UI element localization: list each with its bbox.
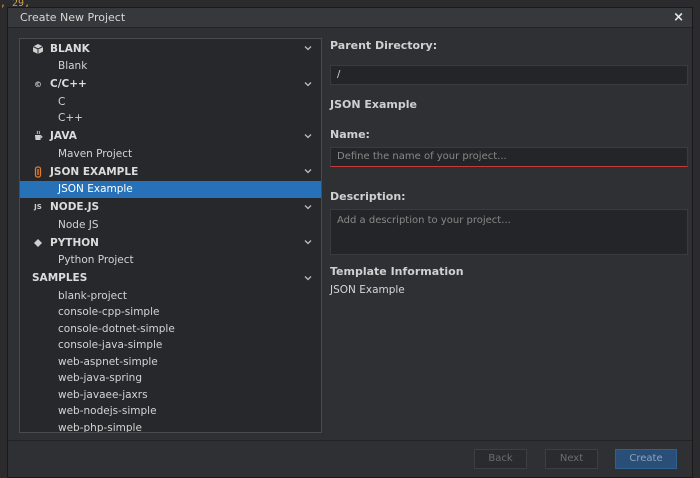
python-icon <box>31 236 45 250</box>
sample-item[interactable]: console-java-simple <box>20 337 321 354</box>
sample-item[interactable]: blank-project <box>20 288 321 305</box>
category-label: JAVA <box>50 130 77 142</box>
template-information-value: JSON Example <box>330 284 405 296</box>
dialog-footer: Back Next Create <box>8 440 692 477</box>
category-label: C/C++ <box>50 78 87 90</box>
chevron-down-icon[interactable] <box>304 274 312 282</box>
parent-directory-label: Parent Directory: <box>330 39 438 52</box>
category-label: SAMPLES <box>32 272 88 284</box>
close-icon[interactable]: × <box>673 11 684 24</box>
template-item-blank[interactable]: Blank <box>20 58 321 75</box>
dialog-titlebar: Create New Project × <box>8 8 692 28</box>
template-item-node-js[interactable]: Node JS <box>20 217 321 234</box>
chevron-down-icon[interactable] <box>304 238 312 246</box>
name-label: Name: <box>330 128 370 141</box>
sample-item[interactable]: web-javaee-jaxrs <box>20 387 321 404</box>
create-project-dialog: Create New Project × BLANK Blank © C/C++… <box>7 7 693 478</box>
nodejs-icon: JS <box>34 203 42 211</box>
sample-item[interactable]: web-php-simple <box>20 420 321 433</box>
sample-item[interactable]: console-dotnet-simple <box>20 321 321 338</box>
template-item-cpp[interactable]: C++ <box>20 110 321 127</box>
create-button[interactable]: Create <box>615 449 677 469</box>
template-item-maven-project[interactable]: Maven Project <box>20 146 321 163</box>
sample-item[interactable]: web-nodejs-simple <box>20 403 321 420</box>
category-json-example[interactable]: JSON EXAMPLE <box>20 162 321 181</box>
category-samples[interactable]: SAMPLES <box>20 269 321 288</box>
selected-template-heading: JSON Example <box>330 98 418 111</box>
template-item-json-example[interactable]: JSON Example <box>20 181 321 198</box>
back-button[interactable]: Back <box>474 449 527 469</box>
category-python[interactable]: PYTHON <box>20 233 321 252</box>
parent-directory-field[interactable]: / <box>330 65 688 85</box>
next-button[interactable]: Next <box>545 449 598 469</box>
java-cup-icon <box>31 129 45 143</box>
project-name-input[interactable]: Define the name of your project... <box>330 147 688 167</box>
chevron-down-icon[interactable] <box>304 44 312 52</box>
category-label: JSON EXAMPLE <box>50 165 139 178</box>
category-label: NODE.JS <box>50 201 100 213</box>
json-icon <box>31 165 45 179</box>
category-label: BLANK <box>50 42 90 55</box>
chevron-down-icon[interactable] <box>304 203 312 211</box>
sample-item[interactable]: web-java-spring <box>20 370 321 387</box>
chevron-down-icon[interactable] <box>304 80 312 88</box>
category-blank[interactable]: BLANK <box>20 39 321 58</box>
category-label: PYTHON <box>50 236 99 249</box>
description-textarea[interactable]: Add a description to your project... <box>330 209 688 255</box>
cube-icon <box>31 42 45 56</box>
template-item-python-project[interactable]: Python Project <box>20 252 321 269</box>
category-java[interactable]: JAVA <box>20 127 321 146</box>
dialog-title: Create New Project <box>20 11 126 24</box>
chevron-down-icon[interactable] <box>304 132 312 140</box>
description-label: Description: <box>330 190 406 203</box>
project-details-form: Parent Directory: / JSON Example Name: D… <box>330 38 688 296</box>
template-item-c[interactable]: C <box>20 94 321 111</box>
sample-item[interactable]: console-cpp-simple <box>20 304 321 321</box>
category-nodejs[interactable]: JS NODE.JS <box>20 198 321 217</box>
project-type-tree: BLANK Blank © C/C++ C C++ JAVA Maven Pro… <box>19 38 322 433</box>
chevron-down-icon[interactable] <box>304 167 312 175</box>
sample-item[interactable]: web-aspnet-simple <box>20 354 321 371</box>
template-information-label: Template Information <box>330 265 464 278</box>
category-c-cpp[interactable]: © C/C++ <box>20 75 321 94</box>
c-language-icon: © <box>34 79 42 89</box>
